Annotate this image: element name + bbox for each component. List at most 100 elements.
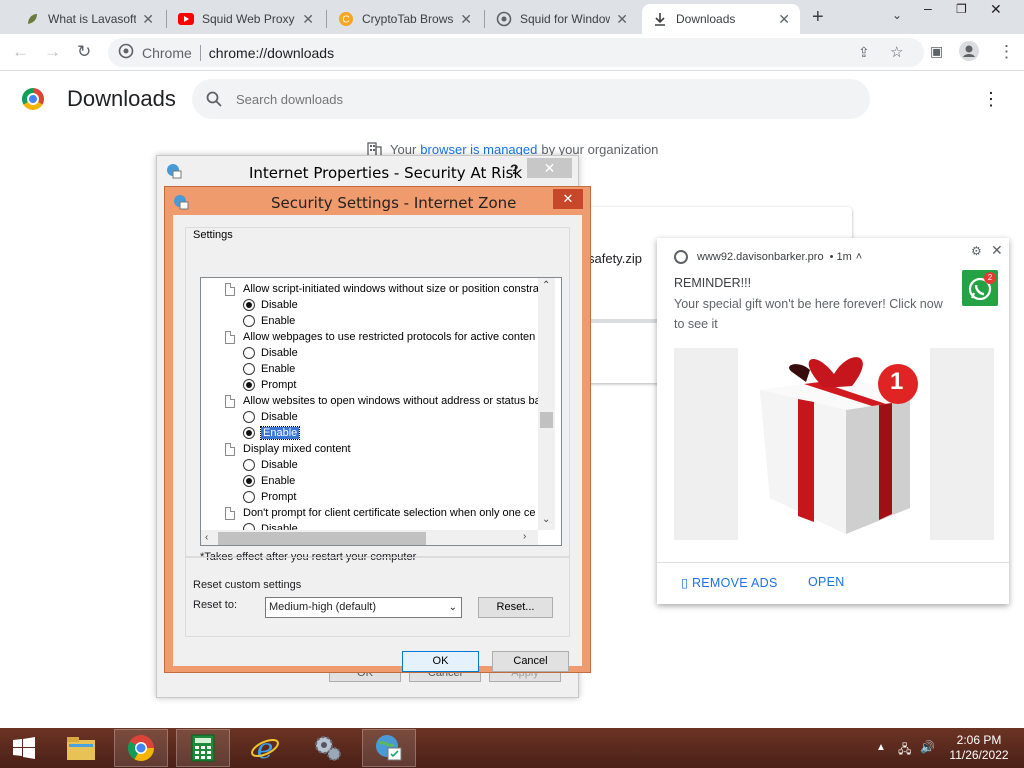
setting-option-radio[interactable]: Enable [243,425,301,441]
gear-icon[interactable]: ⚙ [971,244,982,258]
internet-options-icon [167,164,182,179]
control-panel-taskbar[interactable] [300,729,354,767]
setting-option-radio[interactable]: Enable [243,361,295,377]
close-button[interactable]: ✕ [527,158,572,178]
close-button[interactable]: ✕ [553,189,583,209]
scroll-left-icon[interactable]: ‹ [205,532,208,543]
setting-item: Allow webpages to use restricted protoco… [225,329,535,345]
help-button[interactable]: ? [510,161,519,177]
bookmark-star-icon[interactable]: ☆ [890,43,903,61]
security-settings-dialog: Security Settings - Internet Zone ✕ Sett… [164,186,591,673]
system-clock[interactable]: 2:06 PM 11/26/2022 [944,733,1014,763]
setting-option-radio[interactable]: Enable [243,313,295,329]
chrome-icon [118,43,134,62]
close-window-icon[interactable]: ✕ [990,1,1002,18]
setting-option-radio[interactable]: Disable [243,345,298,361]
scrollbar-thumb[interactable] [218,532,426,545]
radio-checked-icon[interactable] [243,427,255,439]
setting-option-radio[interactable]: Disable [243,409,298,425]
setting-option-radio[interactable]: Prompt [243,377,296,393]
close-tab-icon[interactable]: ✕ [616,11,628,28]
tab-lavasoft[interactable]: What is Lavasoft ✕ [14,4,164,34]
chevron-up-icon[interactable]: ˄ [856,251,862,263]
more-options-icon[interactable]: ⋮ [982,89,1000,110]
reset-level-select[interactable]: Medium-high (default) ⌄ [265,597,462,618]
notification-body: Your special gift won't be here forever!… [674,297,943,331]
search-input[interactable] [236,91,836,107]
globe-icon [496,11,512,27]
tab-squid-for-windows[interactable]: Squid for Windows ✕ [486,4,638,34]
open-button[interactable]: OPEN [808,575,845,589]
chevron-down-icon: ⌄ [448,602,457,613]
side-panel-icon[interactable]: ▣ [930,43,943,60]
show-hidden-icons-icon[interactable]: ▲ [876,742,886,753]
tab-search-icon[interactable]: ⌄ [892,8,902,22]
forward-arrow-icon[interactable]: → [44,42,61,62]
minimize-icon[interactable]: – [924,0,932,16]
radio-checked-icon[interactable] [243,379,255,391]
start-button[interactable] [0,729,48,767]
setting-option-radio[interactable]: Disable [243,297,298,313]
reset-button[interactable]: Reset... [478,597,553,618]
share-icon[interactable]: ⇪ [858,44,870,61]
radio-unchecked-icon[interactable] [243,459,255,471]
option-label: Disable [261,411,298,423]
scroll-right-icon[interactable]: › [523,531,526,542]
push-notification[interactable]: www92.davisonbarker.pro • 1m ˄ ⚙ ✕ REMIN… [657,238,1009,604]
scroll-up-icon[interactable]: ⌃ [542,280,550,291]
file-explorer-taskbar[interactable] [54,729,108,767]
close-tab-icon[interactable]: ✕ [778,11,790,28]
radio-unchecked-icon[interactable] [243,411,255,423]
chrome-menu-icon[interactable]: ⋮ [998,42,1015,62]
gift-image: 1 [674,348,994,540]
setting-option-radio[interactable]: Disable [243,457,298,473]
settings-tree[interactable]: Allow script-initiated windows without s… [200,277,562,546]
radio-checked-icon[interactable] [243,475,255,487]
document-icon [225,330,235,344]
dialog-titlebar: Internet Properties - Security At Risk ?… [157,156,578,188]
radio-unchecked-icon[interactable] [243,491,255,503]
network-icon[interactable]: 🖧 [898,740,911,761]
close-icon[interactable]: ✕ [991,242,1003,259]
internet-options-taskbar[interactable] [362,729,416,767]
tab-cryptotab[interactable]: C CryptoTab Browser ✕ [328,4,482,34]
volume-icon[interactable]: 🔊 [920,740,935,754]
profile-avatar-icon[interactable] [958,40,980,67]
radio-unchecked-icon[interactable] [243,347,255,359]
gears-icon [315,736,341,761]
new-tab-button[interactable]: + [812,6,824,29]
radio-unchecked-icon[interactable] [243,363,255,375]
svg-text:e: e [257,733,274,763]
restore-icon[interactable]: ❐ [956,2,967,16]
ok-button[interactable]: OK [402,651,479,672]
internet-explorer-taskbar[interactable]: e [238,729,292,767]
setting-option-radio[interactable]: Enable [243,473,295,489]
radio-unchecked-icon[interactable] [243,315,255,327]
chrome-icon [674,250,688,264]
setting-option-radio[interactable]: Prompt [243,489,296,505]
horizontal-scrollbar[interactable]: ‹ › [201,530,538,545]
calculator-taskbar[interactable] [176,729,230,767]
address-bar[interactable]: Chrome chrome://downloads [108,38,924,67]
close-tab-icon[interactable]: ✕ [302,11,314,28]
tab-downloads[interactable]: Downloads ✕ [642,4,800,34]
back-arrow-icon[interactable]: ← [12,42,29,62]
download-filename[interactable]: safety.zip [588,251,642,266]
radio-checked-icon[interactable] [243,299,255,311]
remove-ads-button[interactable]: ▯ REMOVE ADS [681,575,778,590]
scrollbar-thumb[interactable] [540,412,553,428]
internet-options-icon [174,195,189,210]
close-tab-icon[interactable]: ✕ [142,11,154,28]
page-title: Downloads [67,86,176,111]
tab-squid-web-proxy[interactable]: Squid Web Proxy ✕ [168,4,324,34]
close-tab-icon[interactable]: ✕ [460,11,472,28]
search-downloads-box[interactable] [192,79,870,119]
setting-label: Don't prompt for client certificate sele… [243,507,536,519]
cancel-button[interactable]: Cancel [492,651,569,672]
option-label: Prompt [261,379,297,391]
vertical-scrollbar[interactable]: ⌃ ⌄ [538,278,555,530]
chrome-taskbar[interactable] [114,729,168,767]
reset-group-label-text: Reset custom settings [193,579,302,591]
reload-icon[interactable]: ↻ [77,42,91,62]
scroll-down-icon[interactable]: ⌄ [542,514,550,525]
